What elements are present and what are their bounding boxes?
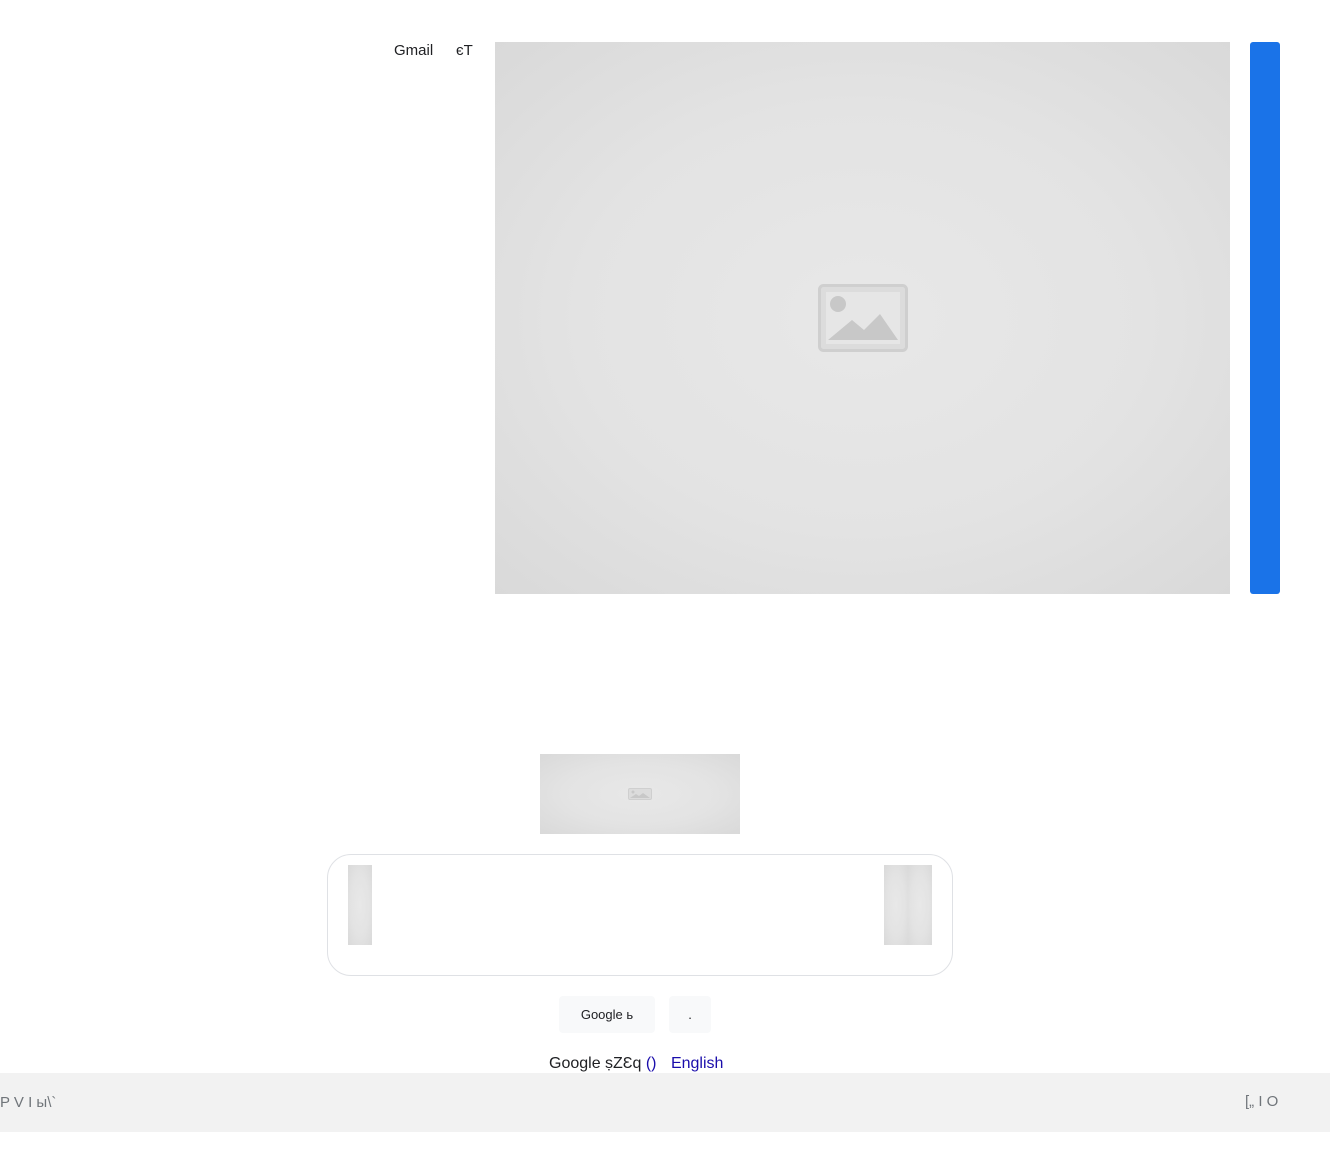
google-search-button[interactable]: Google ь [559,996,655,1033]
image-placeholder-icon [628,788,652,800]
language-link-english[interactable]: English [671,1055,723,1072]
lucky-button[interactable]: . [669,996,711,1033]
image-placeholder-icon [817,284,908,352]
google-logo [540,754,740,834]
footer-left-links[interactable]: P V I ы\` [0,1094,56,1111]
gmail-link[interactable]: Gmail [394,42,433,59]
offered-in-paren: () [645,1055,657,1072]
sign-in-button[interactable] [1250,42,1280,594]
search-icon [348,865,372,945]
voice-search-icon[interactable] [908,865,932,945]
offered-in-line: Google ṣZƐq () English [549,1055,723,1073]
apps-image[interactable] [495,42,1230,594]
offered-in-text: Google ṣZƐq [549,1055,642,1072]
search-box[interactable] [327,854,953,976]
search-input[interactable] [384,865,884,947]
images-link[interactable]: єТ [456,42,473,59]
keyboard-icon[interactable] [884,865,908,945]
footer-right-links[interactable]: [„ I O [1245,1093,1278,1110]
footer: P V I ы\` [„ I O [0,1073,1330,1132]
